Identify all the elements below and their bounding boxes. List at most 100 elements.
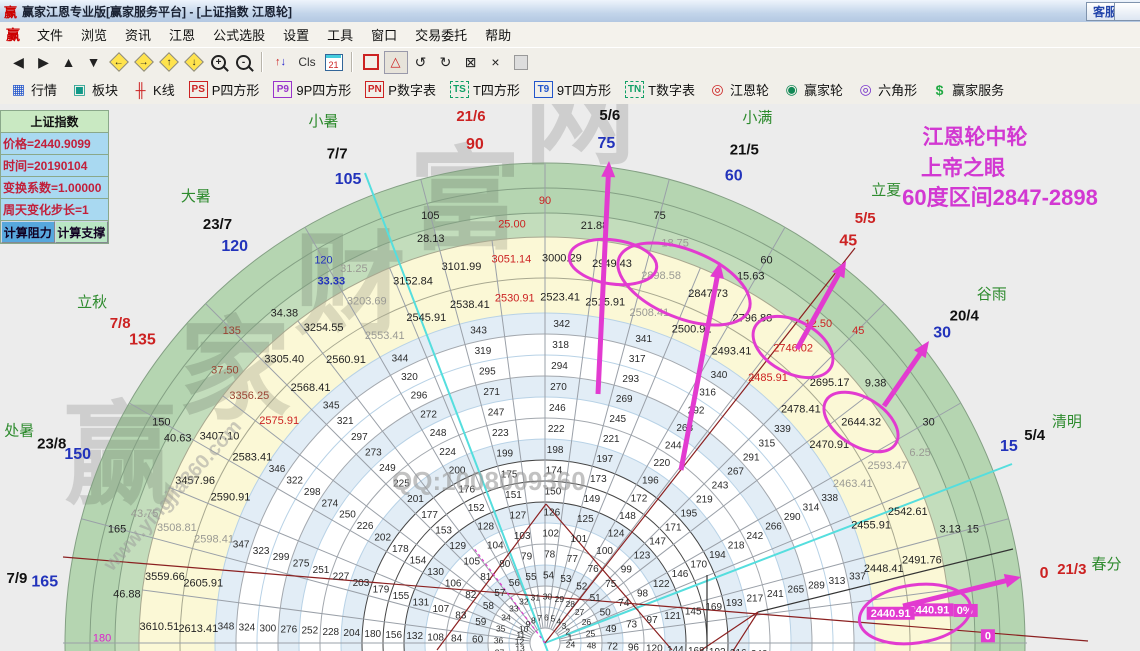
paste-icon[interactable] — [508, 51, 533, 74]
ribbon-quotes[interactable]: ▦ 行情 — [8, 78, 59, 101]
partial-button[interactable] — [1114, 2, 1140, 21]
svg-text:小暑: 小暑 — [308, 113, 338, 130]
ribbon-gann-wheel[interactable]: ◎ 江恩轮 — [707, 78, 771, 101]
menu-帮助[interactable]: 帮助 — [476, 23, 520, 46]
svg-text:60: 60 — [725, 168, 743, 185]
svg-text:48: 48 — [587, 640, 597, 650]
svg-text:15: 15 — [1000, 438, 1018, 455]
zoom-in-icon[interactable]: + — [206, 51, 231, 74]
ribbon-label: 9T四方形 — [556, 83, 612, 98]
svg-text:169: 169 — [705, 602, 722, 613]
menu-工具[interactable]: 工具 — [318, 23, 362, 46]
ribbon-kline[interactable]: ╫ K线 — [130, 78, 177, 101]
cls-button[interactable]: Cls — [293, 51, 321, 74]
calendar-icon[interactable]: 21 — [321, 51, 346, 74]
ribbon-winner-service[interactable]: $ 赢家服务 — [929, 78, 1006, 101]
price-axis-icon[interactable]: ↑↓ — [268, 51, 293, 74]
svg-text:340: 340 — [711, 370, 728, 381]
kline-icon: ╫ — [135, 81, 146, 98]
svg-text:173: 173 — [590, 474, 607, 485]
svg-text:24: 24 — [566, 639, 576, 649]
svg-text:4: 4 — [557, 617, 562, 627]
ribbon-t-square[interactable]: TS T四方形 — [448, 78, 522, 101]
ribbon-hexagon[interactable]: ◎ 六角形 — [855, 78, 919, 101]
rotate-up-icon[interactable]: ▲ — [56, 51, 81, 74]
svg-text:77: 77 — [567, 554, 579, 565]
svg-text:318: 318 — [552, 340, 569, 351]
draw-square-icon[interactable] — [358, 51, 383, 74]
svg-text:197: 197 — [596, 454, 613, 465]
menu-江恩[interactable]: 江恩 — [160, 23, 204, 46]
ribbon-p-square[interactable]: PS P四方形 — [187, 78, 262, 101]
svg-text:79: 79 — [521, 551, 533, 562]
svg-text:296: 296 — [411, 391, 428, 402]
svg-text:291: 291 — [743, 452, 760, 463]
svg-text:21/3: 21/3 — [1057, 561, 1086, 578]
svg-text:252: 252 — [301, 626, 318, 637]
menu-浏览[interactable]: 浏览 — [72, 23, 116, 46]
calc-resistance-button[interactable]: 计算阻力 — [1, 221, 55, 243]
ribbon-label: 9P四方形 — [296, 83, 352, 98]
rotate-ccw-icon[interactable]: ↺ — [408, 51, 433, 74]
menu-资讯[interactable]: 资讯 — [116, 23, 160, 46]
svg-text:2530.91: 2530.91 — [495, 292, 535, 304]
ribbon-9t-square[interactable]: T9 9T四方形 — [532, 78, 613, 101]
ribbon-sectors[interactable]: ▣ 板块 — [69, 78, 120, 101]
svg-text:26: 26 — [582, 617, 592, 627]
grid-box-icon[interactable]: ⊠ — [458, 51, 483, 74]
svg-text:15: 15 — [967, 523, 979, 535]
collapse-icon[interactable]: × — [483, 51, 508, 74]
nav-forward-icon[interactable]: ▶ — [31, 51, 56, 74]
panel-row-1: 时间=20190104 — [1, 155, 108, 177]
ribbon-9p-square[interactable]: P9 9P四方形 — [271, 78, 353, 101]
ribbon-winner-wheel[interactable]: ◉ 赢家轮 — [781, 78, 845, 101]
menu-文件[interactable]: 文件 — [28, 23, 72, 46]
zoom-out-icon[interactable]: - — [231, 51, 256, 74]
rotate-cw-icon[interactable]: ↻ — [433, 51, 458, 74]
menu-交易委托[interactable]: 交易委托 — [406, 23, 476, 46]
ribbon-label: P数字表 — [388, 83, 436, 98]
svg-text:120: 120 — [221, 238, 248, 255]
svg-text:2491.76: 2491.76 — [902, 554, 942, 566]
pan-down-icon[interactable]: ↓ — [181, 51, 206, 74]
svg-text:300: 300 — [260, 623, 277, 634]
svg-text:105: 105 — [421, 210, 439, 222]
svg-text:102: 102 — [542, 529, 559, 540]
svg-text:347: 347 — [233, 539, 250, 550]
svg-text:5/4: 5/4 — [1024, 427, 1046, 444]
ribbon-p-number-table[interactable]: PN P数字表 — [363, 78, 438, 101]
svg-text:25: 25 — [586, 628, 596, 638]
svg-text:3203.69: 3203.69 — [347, 296, 387, 308]
svg-text:2455.91: 2455.91 — [851, 519, 891, 531]
svg-text:5/6: 5/6 — [599, 107, 620, 124]
pan-up-icon[interactable]: ↑ — [156, 51, 181, 74]
svg-text:298: 298 — [304, 487, 321, 498]
app-logo-icon: 赢 — [4, 4, 18, 20]
svg-text:242: 242 — [746, 531, 763, 542]
svg-text:120: 120 — [314, 254, 332, 266]
pan-left-icon[interactable]: ← — [106, 51, 131, 74]
svg-text:5: 5 — [551, 614, 556, 624]
ribbon-t-number-table[interactable]: TN T数字表 — [623, 78, 697, 101]
pan-right-icon[interactable]: → — [131, 51, 156, 74]
svg-text:168: 168 — [688, 646, 705, 651]
svg-text:3254.55: 3254.55 — [304, 322, 344, 334]
svg-text:219: 219 — [696, 494, 713, 505]
svg-text:2485.91: 2485.91 — [748, 372, 788, 384]
menu-窗口[interactable]: 窗口 — [362, 23, 406, 46]
svg-text:51: 51 — [590, 593, 602, 604]
gann-wheel-svg: 赢家财富网12345678910111213 242526272829303132… — [4, 53, 1121, 651]
menu-设置[interactable]: 设置 — [274, 23, 318, 46]
svg-text:2463.41: 2463.41 — [833, 478, 873, 490]
draw-triangle-icon[interactable]: △ — [383, 50, 408, 74]
menu-公式选股[interactable]: 公式选股 — [204, 23, 274, 46]
svg-text:271: 271 — [483, 387, 500, 398]
calc-support-button[interactable]: 计算支撑 — [54, 221, 108, 243]
svg-text:2644.32: 2644.32 — [841, 417, 881, 429]
svg-text:226: 226 — [357, 521, 374, 532]
svg-text:2448.41: 2448.41 — [864, 563, 904, 575]
svg-text:13: 13 — [515, 643, 525, 651]
svg-text:28.13: 28.13 — [417, 233, 445, 245]
nav-back-icon[interactable]: ◀ — [6, 51, 31, 74]
rotate-down-icon[interactable]: ▼ — [81, 51, 106, 74]
